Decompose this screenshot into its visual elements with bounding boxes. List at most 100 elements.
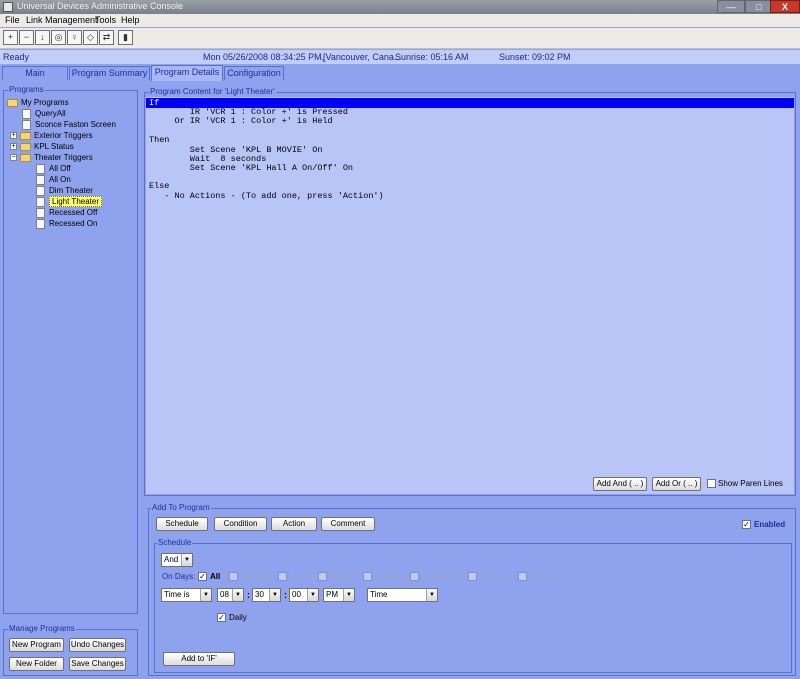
code-line[interactable]: Set Scene 'KPL Hall A On/Off' On (149, 163, 353, 173)
manage-programs-legend: Manage Programs (8, 624, 76, 633)
enabled-label: Enabled (754, 520, 786, 529)
lightbulb-icon[interactable]: ♀ (67, 30, 82, 45)
all-days-checkbox[interactable]: ✓ (198, 572, 207, 581)
programs-legend: Programs (8, 85, 45, 94)
save-changes-button[interactable]: Save Changes (69, 657, 126, 671)
tree-item-theater-triggers[interactable]: − Theater Triggers (7, 153, 135, 164)
program-code-editor[interactable]: If IR 'VCR 1 : Color +' is Pressed Or IR… (146, 97, 794, 494)
link-icon[interactable]: ⇄ (99, 30, 114, 45)
friday-checkbox[interactable] (518, 572, 527, 581)
tree-item-all-off[interactable]: All Off (7, 164, 135, 175)
menu-tools[interactable]: Tools (95, 15, 116, 25)
program-content-legend: Program Content for 'Light Theater' (149, 87, 276, 96)
tree-item-queryall[interactable]: QueryAll (7, 109, 135, 120)
collapse-all-icon[interactable]: − (19, 30, 34, 45)
program-icon (22, 120, 31, 130)
chevron-down-icon: ▼ (343, 589, 354, 601)
program-icon (36, 208, 45, 218)
expand-icon[interactable]: + (10, 132, 17, 140)
folder-icon (20, 131, 31, 140)
program-icon (22, 109, 31, 119)
hour-dropdown[interactable]: 08 ▼ (217, 588, 244, 602)
tree-item-light-theater[interactable]: Light Theater (7, 196, 135, 208)
code-line[interactable]: Then (149, 135, 169, 145)
code-line[interactable]: Else (149, 181, 169, 191)
saturday-checkbox[interactable] (229, 572, 238, 581)
schedule-button[interactable]: Schedule (156, 517, 208, 531)
condition-button[interactable]: Condition (214, 517, 267, 531)
app-icon (3, 2, 13, 12)
thursday-checkbox[interactable] (468, 572, 477, 581)
monday-checkbox[interactable] (318, 572, 327, 581)
enabled-checkbox[interactable]: ✓ (742, 520, 751, 529)
tab-main[interactable]: Main (2, 66, 68, 80)
chevron-down-icon: ▼ (181, 554, 192, 566)
tab-program-details[interactable]: Program Details (151, 65, 223, 81)
tree-item-all-on[interactable]: All On (7, 175, 135, 186)
tab-configuration[interactable]: Configuration (224, 66, 284, 80)
new-program-button[interactable]: New Program (9, 638, 64, 652)
folder-open-icon (20, 153, 31, 162)
tuesday-label: Tuesday (375, 572, 406, 581)
tuesday-checkbox[interactable] (363, 572, 372, 581)
tree-item-recessed-off[interactable]: Recessed Off (7, 208, 135, 219)
wednesday-label: Wednesday (422, 572, 465, 581)
daily-checkbox[interactable]: ✓ (217, 613, 226, 622)
time-is-dropdown[interactable]: Time is ▼ (161, 588, 212, 602)
chart-icon[interactable]: ▮ (118, 30, 133, 45)
expand-icon[interactable]: + (10, 143, 17, 151)
and-or-dropdown[interactable]: And ▼ (161, 553, 193, 567)
folder-open-icon (7, 98, 18, 107)
sort-icon[interactable]: ↓ (35, 30, 50, 45)
network-icon[interactable]: ◎ (51, 30, 66, 45)
program-icon (36, 186, 45, 196)
tree-item-exterior-triggers[interactable]: + Exterior Triggers (7, 131, 135, 142)
code-line[interactable]: - No Actions - (To add one, press 'Actio… (149, 191, 383, 201)
status-bar: Ready Mon 05/26/2008 08:34:25 PM, [Vanco… (0, 50, 800, 64)
minimize-button[interactable]: — (717, 0, 745, 13)
action-button[interactable]: Action (271, 517, 317, 531)
add-to-if-button[interactable]: Add to 'IF' (163, 652, 235, 666)
menu-help[interactable]: Help (121, 15, 140, 25)
add-and-button[interactable]: Add And ( .. ) (593, 477, 647, 491)
tree-item-recessed-on[interactable]: Recessed On (7, 219, 135, 230)
show-paren-lines-label: Show Paren Lines (718, 479, 783, 488)
ampm-dropdown[interactable]: PM ▼ (323, 588, 355, 602)
chevron-down-icon: ▼ (426, 589, 437, 601)
toolbar: + − ↓ ◎ ♀ ◇ ⇄ ▮ (0, 28, 800, 49)
tab-program-summary[interactable]: Program Summary (69, 66, 150, 80)
close-button[interactable]: X (770, 0, 800, 13)
scene-icon[interactable]: ◇ (83, 30, 98, 45)
time-separator: : (284, 590, 287, 600)
tree-item-kpl-status[interactable]: + KPL Status (7, 142, 135, 153)
on-days-label: On Days: (162, 572, 196, 581)
program-icon (36, 164, 45, 174)
comment-button[interactable]: Comment (321, 517, 375, 531)
show-paren-lines-checkbox[interactable] (707, 479, 716, 488)
schedule-panel (154, 543, 792, 673)
code-line[interactable]: Or IR 'VCR 1 : Color +' is Held (149, 116, 333, 126)
status-datetime: Mon 05/26/2008 08:34:25 PM, (203, 52, 325, 62)
wednesday-checkbox[interactable] (410, 572, 419, 581)
monday-label: Monday (330, 572, 359, 581)
expand-all-icon[interactable]: + (3, 30, 18, 45)
add-to-program-legend: Add To Program (151, 503, 211, 512)
menu-file[interactable]: File (5, 15, 20, 25)
chevron-down-icon: ▼ (200, 589, 211, 601)
tree-item-sconce-faston-screen[interactable]: Sconce Faston Screen (7, 120, 135, 131)
status-sunrise: Sunrise: 05:16 AM (395, 52, 469, 62)
chevron-down-icon: ▼ (232, 589, 243, 601)
undo-changes-button[interactable]: Undo Changes (69, 638, 126, 652)
time-type-dropdown[interactable]: Time ▼ (367, 588, 438, 602)
tree-item-my-programs[interactable]: My Programs (7, 98, 135, 109)
program-icon (36, 175, 45, 185)
collapse-icon[interactable]: − (10, 154, 17, 162)
menu-link-management[interactable]: Link Management (26, 15, 98, 25)
add-or-button[interactable]: Add Or ( .. ) (652, 477, 701, 491)
second-dropdown[interactable]: 00 ▼ (289, 588, 319, 602)
maximize-button[interactable]: □ (745, 0, 773, 13)
status-text: Ready (3, 52, 30, 62)
minute-dropdown[interactable]: 30 ▼ (252, 588, 281, 602)
new-folder-button[interactable]: New Folder (9, 657, 64, 671)
sunday-checkbox[interactable] (278, 572, 287, 581)
